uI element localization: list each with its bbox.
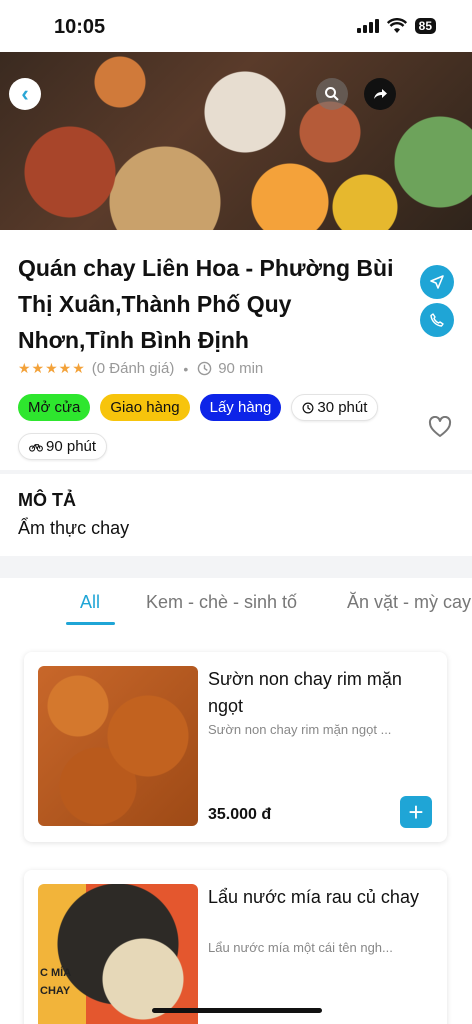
plus-icon: + <box>408 797 424 827</box>
navigate-icon <box>430 275 444 289</box>
call-button[interactable] <box>420 303 454 337</box>
tab-active-indicator <box>66 622 115 625</box>
rating-stars: ★★★★★ <box>18 360 86 376</box>
shop-title: Quán chay Liên Hoa - Phường Bùi Thị Xuân… <box>18 255 394 353</box>
status-icons: 85 <box>356 18 436 34</box>
back-button[interactable]: ‹ <box>9 78 41 110</box>
description-title: MÔ TẢ <box>18 490 76 510</box>
status-bar: 10:05 85 <box>0 0 472 52</box>
ride-time-text: 90 phút <box>46 438 97 455</box>
shop-info-card: Quán chay Liên Hoa - Phường Bùi Thị Xuân… <box>0 230 472 470</box>
badge-pickup: Lấy hàng <box>199 394 282 421</box>
status-badge-open: Mở cửa <box>18 394 91 421</box>
share-icon <box>374 89 387 99</box>
separator-dot: • <box>183 360 189 377</box>
description-card: MÔ TẢ Ẩm thực chay <box>0 474 472 556</box>
phone-icon <box>430 313 444 327</box>
product-card[interactable]: Sườn non chay rim mặn ngọt Sườn non chay… <box>24 652 447 842</box>
add-to-cart-button[interactable]: + <box>400 796 432 828</box>
clock-icon <box>302 402 314 413</box>
prep-time-text: 30 phút <box>317 399 368 416</box>
search-button[interactable] <box>316 78 348 110</box>
status-time: 10:05 <box>54 16 106 38</box>
wifi-icon <box>386 18 407 33</box>
back-icon: ‹ <box>21 81 29 106</box>
signal-icon <box>356 19 379 33</box>
product-price: 35.000 đ <box>208 806 272 823</box>
share-button[interactable] <box>364 78 396 110</box>
badge-ride-time: 90 phút <box>18 433 108 460</box>
product-image: C MÍA CHAY <box>38 884 198 1024</box>
tag-row: Mở cửa Giao hàng Lấy hàng 30 phút <box>18 394 379 421</box>
badge-delivery: Giao hàng <box>100 394 190 421</box>
description-text: Ẩm thực chay <box>18 518 130 538</box>
product-description: Lẩu nước mía một cái tên ngh... <box>208 940 393 955</box>
clock-icon <box>197 361 212 376</box>
product-name: Lẩu nước mía rau củ chay <box>208 887 419 907</box>
bike-icon <box>29 443 43 452</box>
battery-indicator: 85 <box>414 18 436 34</box>
hero-image: ‹ <box>0 52 472 230</box>
tab-snacks[interactable]: Ăn vặt - mỳ cay <box>347 592 471 613</box>
product-image <box>38 666 198 826</box>
review-count: (0 Đánh giá) <box>91 360 175 377</box>
home-indicator[interactable] <box>152 1008 322 1013</box>
product-image-label: C MÍA CHAY <box>40 967 72 997</box>
tab-desserts[interactable]: Kem - chè - sinh tố <box>146 592 297 613</box>
tab-all[interactable]: All <box>80 592 100 613</box>
favorite-button[interactable] <box>428 414 452 445</box>
product-card[interactable]: C MÍA CHAY Lẩu nước mía rau củ chay Lẩu … <box>24 870 447 1024</box>
heart-icon <box>428 415 452 437</box>
product-name: Sườn non chay rim mặn ngọt <box>208 669 402 716</box>
product-list: Sườn non chay rim mặn ngọt Sườn non chay… <box>0 638 472 1024</box>
product-description: Sườn non chay rim mặn ngọt ... <box>208 722 392 737</box>
badge-prep-time: 30 phút <box>291 394 379 421</box>
delivery-time: 90 min <box>218 360 264 377</box>
category-tabs: All Kem - chè - sinh tố Ăn vặt - mỳ cay <box>0 578 472 638</box>
navigate-button[interactable] <box>420 265 454 299</box>
search-icon <box>325 87 339 101</box>
rating-row: ★★★★★ (0 Đánh giá) • 90 min <box>18 360 263 377</box>
